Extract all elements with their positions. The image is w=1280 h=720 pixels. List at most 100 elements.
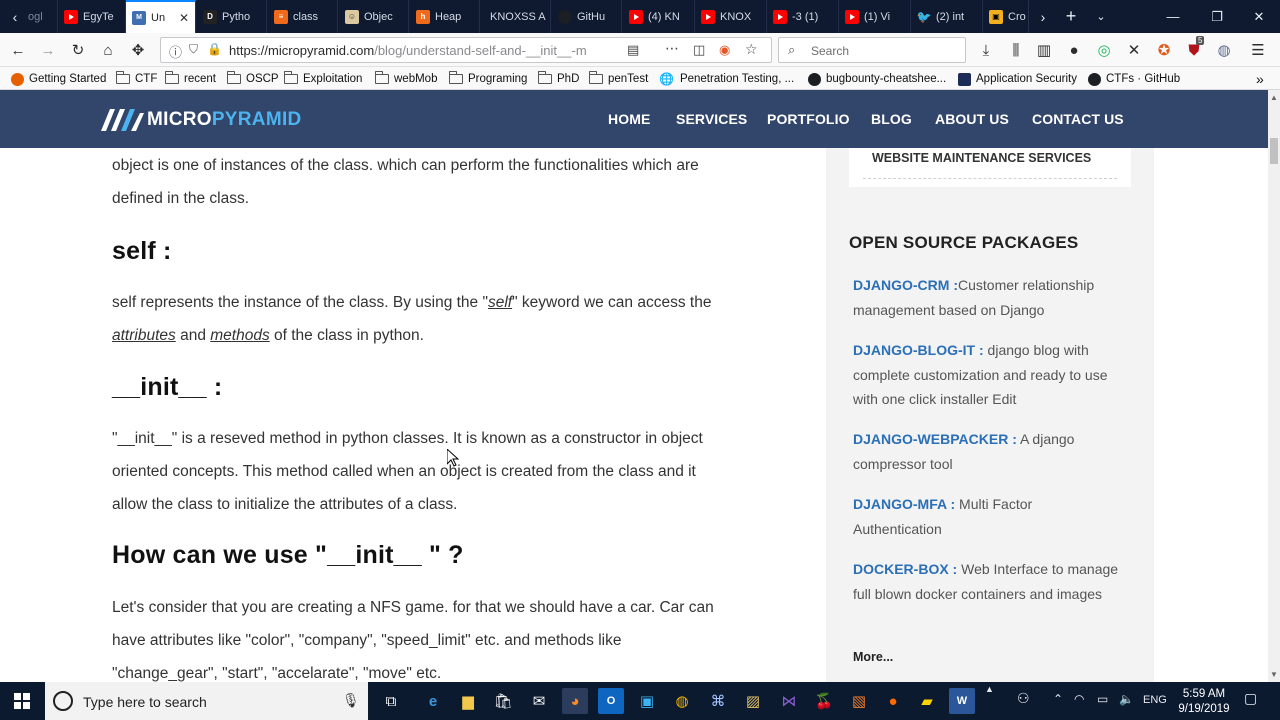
site-logo[interactable]: MICRO PYRAMID	[101, 108, 302, 132]
bookmark-getting-started[interactable]: Getting Started	[11, 71, 106, 87]
tab-12[interactable]: (1) Vi	[839, 0, 911, 33]
remote-desktop-icon[interactable]: ▣	[634, 688, 660, 714]
extensions-puzzle-icon[interactable]: ✥	[126, 38, 150, 62]
system-clock[interactable]: 5:59 AM 9/19/2019	[1172, 687, 1236, 717]
windows-start-icon[interactable]	[9, 688, 35, 714]
menu-contact-us[interactable]: CONTACT US	[1032, 111, 1124, 127]
menu-blog[interactable]: BLOG	[871, 111, 912, 127]
info-icon[interactable]: ⓘ	[169, 42, 182, 61]
word-icon[interactable]: W	[949, 688, 975, 714]
bookmarks-overflow-icon[interactable]: »	[1256, 71, 1264, 87]
file-explorer-icon[interactable]: ▆	[455, 688, 481, 714]
package-name[interactable]: DJANGO-WEBPACKER :	[853, 431, 1017, 447]
package-django-mfa[interactable]: DJANGO-MFA : Multi Factor Authentication	[853, 492, 1123, 541]
bookmark-programing[interactable]: Programing	[448, 71, 527, 87]
tab-6[interactable]: h Heap	[410, 0, 480, 33]
page-actions-icon[interactable]: ⋯	[665, 40, 679, 57]
bookmark-exploitation[interactable]: Exploitation	[283, 71, 362, 87]
addon-icon[interactable]: ◉	[719, 42, 730, 58]
tab-10[interactable]: KNOX	[695, 0, 767, 33]
library-icon[interactable]: ⫼	[1004, 38, 1028, 62]
package-name[interactable]: DJANGO-MFA :	[853, 496, 955, 512]
tab-list-chevron-icon[interactable]: ⌄	[1086, 0, 1116, 33]
tab-0[interactable]: ogl	[22, 0, 58, 33]
pocket-icon[interactable]: ◫	[693, 42, 705, 58]
burp-suite-icon[interactable]: ▧	[846, 688, 872, 714]
taskbar-search-box[interactable]: Type here to search 🎙	[45, 682, 368, 720]
forward-icon[interactable]: →	[36, 38, 60, 62]
url-bar[interactable]: ⓘ ⛉ 🔒 https://micropyramid.com/blog/unde…	[160, 37, 772, 63]
shield-icon[interactable]: ⛉	[189, 42, 198, 57]
menu-hamburger-icon[interactable]: ☰	[1246, 38, 1270, 62]
menu-about-us[interactable]: ABOUT US	[935, 111, 1009, 127]
bookmark-ctf[interactable]: CTF	[115, 71, 157, 87]
close-tab-icon[interactable]: ✕	[179, 11, 189, 25]
image-viewer-icon[interactable]: ▨	[740, 688, 766, 714]
battery-icon[interactable]: ▭	[1097, 692, 1108, 706]
restore-icon[interactable]: ❐	[1194, 0, 1240, 33]
tab-14[interactable]: ▣ Cro	[983, 0, 1029, 33]
bookmark-star-icon[interactable]: ☆	[745, 41, 758, 58]
methods-link[interactable]: methods	[210, 327, 269, 344]
menu-services[interactable]: SERVICES	[676, 111, 747, 127]
tab-7[interactable]: KNOXSS A	[481, 0, 551, 33]
action-center-icon[interactable]: ▢	[1244, 690, 1257, 707]
tab-scroll-right-icon[interactable]: ›	[1028, 0, 1058, 33]
close-window-icon[interactable]: ✕	[1236, 0, 1280, 33]
wappalyzer-icon[interactable]: ◍	[1212, 38, 1236, 62]
menu-home[interactable]: HOME	[608, 111, 650, 127]
microphone-icon[interactable]: 🎙	[342, 692, 360, 709]
tab-9[interactable]: (4) KN	[623, 0, 695, 33]
package-name[interactable]: DJANGO-CRM :	[853, 277, 958, 293]
tray-chevron-icon[interactable]: ⌃	[1053, 692, 1063, 706]
reader-view-icon[interactable]: ▤	[627, 42, 639, 58]
volume-icon[interactable]: 🔈	[1119, 692, 1134, 706]
bookmark-oscp[interactable]: OSCP	[226, 71, 279, 87]
edge-icon[interactable]: e	[420, 688, 446, 714]
new-tab-icon[interactable]: +	[1056, 0, 1086, 33]
tab-4[interactable]: ≡ class	[268, 0, 338, 33]
firefox-taskbar-icon[interactable]: ◕	[562, 688, 588, 714]
sticky-notes-icon[interactable]: ▰	[914, 688, 940, 714]
taskbar-scroll-up-icon[interactable]: ▲	[985, 684, 994, 694]
mail-icon[interactable]: ✉	[526, 688, 552, 714]
account-icon[interactable]: ●	[1062, 38, 1086, 62]
ublock-icon[interactable]: ⛊ 5	[1182, 36, 1206, 62]
bookmark-penetration-testing[interactable]: 🌐 Penetration Testing, ...	[659, 71, 794, 87]
package-name[interactable]: DJANGO-BLOG-IT :	[853, 342, 984, 358]
service-website-maintenance[interactable]: WEBSITE MAINTENANCE SERVICES	[872, 151, 1091, 165]
bookmark-webmob[interactable]: webMob	[374, 71, 437, 87]
outlook-icon[interactable]: O	[598, 688, 624, 714]
task-view-icon[interactable]: ⧉	[378, 688, 404, 714]
package-django-blog-it[interactable]: DJANGO-BLOG-IT : django blog with comple…	[853, 338, 1123, 412]
more-packages-link[interactable]: More...	[853, 650, 893, 664]
network-tool-icon[interactable]: ⌘	[705, 688, 731, 714]
back-icon[interactable]: ←	[6, 38, 30, 62]
package-django-crm[interactable]: DJANGO-CRM :Customer relationship manage…	[853, 273, 1123, 322]
scroll-thumb[interactable]	[1270, 138, 1278, 164]
minimize-icon[interactable]: —	[1150, 0, 1196, 33]
bookmark-pentest[interactable]: penTest	[588, 71, 648, 87]
menu-portfolio[interactable]: PORTFOLIO	[767, 111, 850, 127]
page-scrollbar[interactable]: ▲ ▼	[1268, 90, 1280, 682]
store-icon[interactable]: 🛍	[490, 688, 516, 714]
home-icon[interactable]: ⌂	[96, 38, 120, 62]
bookmark-phd[interactable]: PhD	[537, 71, 579, 87]
language-indicator[interactable]: ENG	[1143, 694, 1167, 706]
tab-11[interactable]: -3 (1)	[767, 0, 839, 33]
search-box[interactable]: ⌕ Search	[778, 37, 966, 63]
chrome-icon[interactable]: ◍	[669, 688, 695, 714]
downloads-icon[interactable]: ⤓	[974, 38, 998, 62]
scroll-down-icon[interactable]: ▼	[1270, 670, 1278, 679]
visual-studio-icon[interactable]: ⋈	[776, 688, 802, 714]
people-icon[interactable]: ⚇	[1017, 690, 1030, 707]
bookmark-ctfs-github[interactable]: CTFs · GitHub	[1088, 71, 1180, 87]
bookmark-bugbounty[interactable]: bugbounty-cheatshee...	[808, 71, 946, 87]
scroll-up-icon[interactable]: ▲	[1270, 93, 1278, 102]
tab-13[interactable]: 🐦 (2) int	[911, 0, 983, 33]
package-django-webpacker[interactable]: DJANGO-WEBPACKER : A django compressor t…	[853, 427, 1123, 476]
sublime-icon[interactable]: ●	[880, 688, 906, 714]
x-extension-icon[interactable]: ✕	[1122, 38, 1146, 62]
sidebar-icon[interactable]: ▥	[1032, 38, 1056, 62]
tab-8[interactable]: GitHu	[552, 0, 622, 33]
